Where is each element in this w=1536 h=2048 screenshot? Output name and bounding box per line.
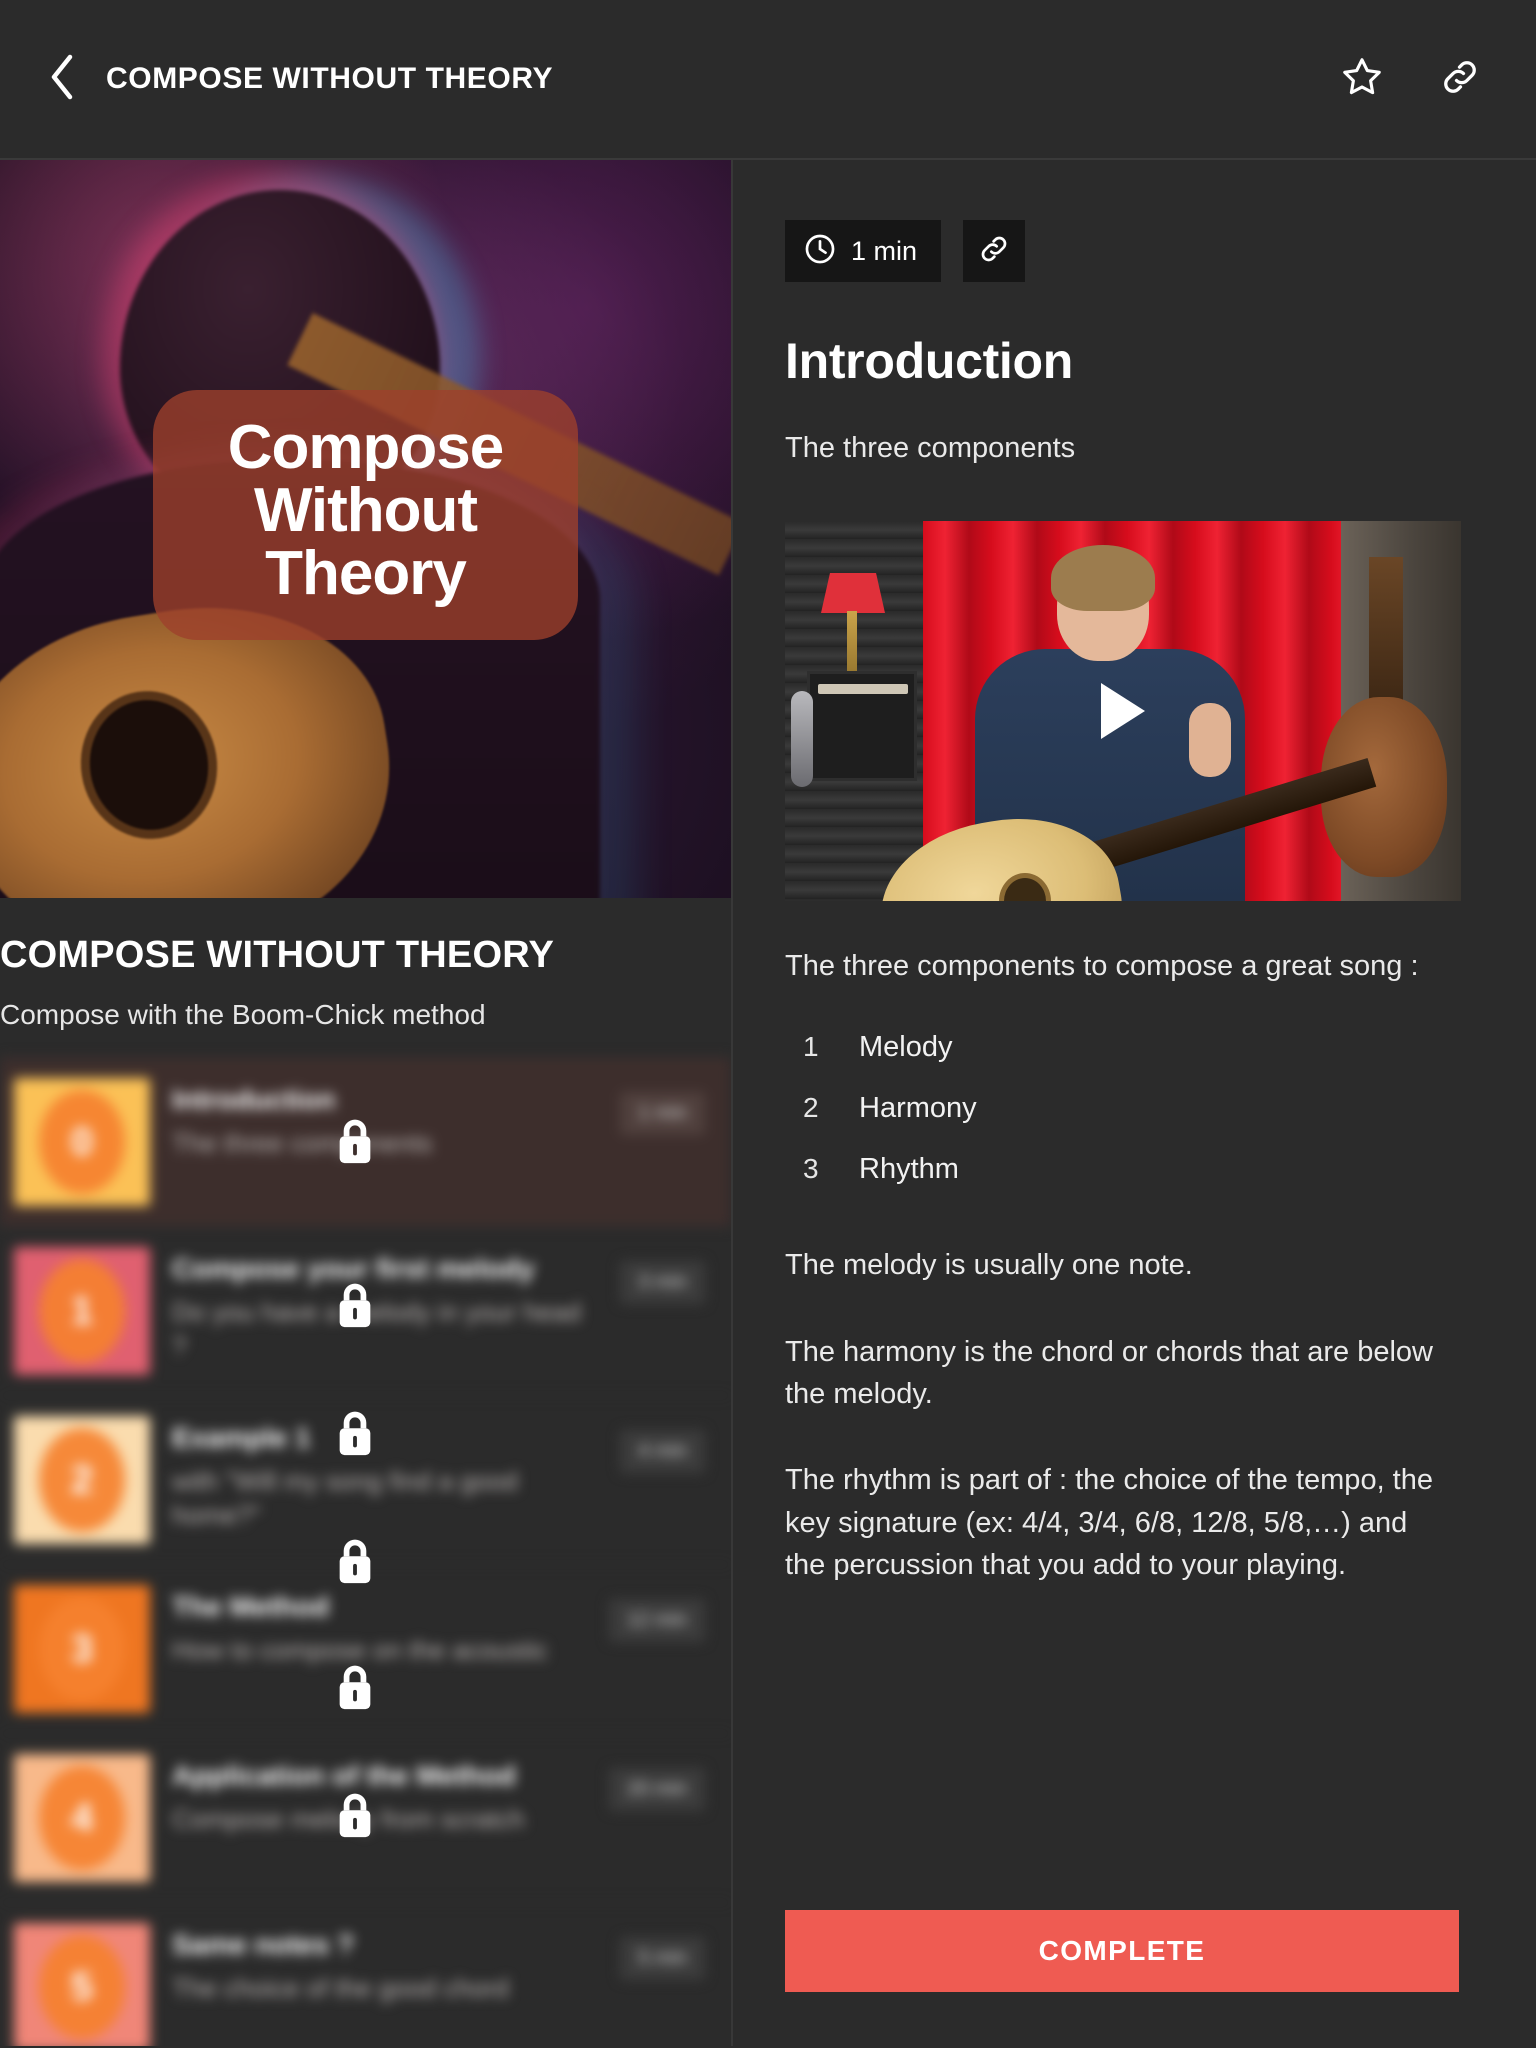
app-header: COMPOSE WITHOUT THEORY — [0, 0, 1536, 160]
lesson-number: 3 — [70, 1626, 94, 1671]
lesson-thumbnail: 2 — [14, 1416, 150, 1544]
lesson-paragraph: The melody is usually one note. — [785, 1249, 1193, 1282]
lesson-description: The three components — [172, 1128, 433, 1158]
lesson-description: Do you have a melody in your head ? — [172, 1297, 582, 1362]
list-item: 2 Harmony — [785, 1078, 1484, 1139]
copy-link-button[interactable] — [1434, 53, 1486, 105]
lesson-number: 1 — [70, 1288, 94, 1333]
lesson-list-item[interactable]: 2 Example 1 with "Will my song find a go… — [0, 1395, 731, 1564]
lesson-list: 0 Introduction The three components 1 mi… — [0, 1057, 731, 2046]
lesson-panel: 1 min Introduction The three components — [733, 160, 1536, 2046]
lesson-number: 5 — [70, 1964, 94, 2009]
list-item-label: Rhythm — [859, 1153, 959, 1186]
lesson-thumbnail: 1 — [14, 1247, 150, 1375]
lesson-name: The Method — [172, 1591, 330, 1622]
lesson-paragraph: The rhythm is part of : the choice of th… — [785, 1464, 1433, 1581]
video-lamp — [821, 573, 885, 613]
course-panel: Compose Without Theory COMPOSE WITHOUT T… — [0, 160, 733, 2046]
lesson-name: Introduction — [172, 1084, 336, 1115]
lesson-description: The choice of the good chord — [172, 1973, 509, 2003]
lesson-thumbnail: 4 — [14, 1754, 150, 1882]
play-icon[interactable] — [1101, 683, 1145, 739]
hero-title-badge: Compose Without Theory — [153, 390, 578, 640]
list-item-number: 1 — [803, 1031, 819, 1063]
hero-title-line-1: Compose — [227, 413, 504, 482]
back-button[interactable] — [34, 51, 90, 107]
lesson-duration-chip: 1 min — [785, 220, 942, 282]
main-content: Compose Without Theory COMPOSE WITHOUT T… — [0, 160, 1536, 2046]
clock-icon — [803, 232, 837, 271]
video-amplifier — [807, 671, 917, 781]
link-icon — [977, 232, 1011, 271]
hero-title-line-3: Theory — [265, 539, 467, 609]
lesson-duration-text: 1 min — [851, 235, 918, 266]
list-item-label: Melody — [859, 1031, 953, 1064]
list-item-label: Harmony — [859, 1092, 977, 1125]
lesson-duration: 12 min — [608, 1599, 705, 1642]
lesson-duration: 20 min — [608, 1768, 705, 1811]
lesson-thumbnail: 3 — [14, 1585, 150, 1713]
lesson-number: 4 — [70, 1795, 94, 1840]
lesson-duration: 4 min — [620, 1430, 705, 1473]
lesson-text: Same notes ? The choice of the good chor… — [172, 1923, 598, 2005]
lesson-duration: 3 min — [620, 1261, 705, 1304]
lesson-subtitle: The three components — [785, 432, 1076, 464]
lesson-title: Introduction — [785, 333, 1074, 389]
link-icon — [1438, 55, 1482, 104]
lesson-description: Compose melody from scratch — [172, 1804, 525, 1834]
lesson-paragraph: The harmony is the chord or chords that … — [785, 1335, 1433, 1410]
lesson-name: Compose your first melody — [172, 1253, 535, 1284]
lesson-list-blurred-content: 0 Introduction The three components 1 mi… — [0, 1057, 731, 2046]
star-icon — [1340, 55, 1384, 104]
header-actions — [1336, 53, 1502, 105]
lesson-video-player[interactable] — [785, 521, 1461, 901]
lesson-intro-paragraph: The three components to compose a great … — [785, 950, 1419, 982]
course-hero-image: Compose Without Theory — [0, 160, 731, 898]
components-list: 1 Melody 2 Harmony 3 Rhythm — [785, 1017, 1484, 1200]
lesson-list-item[interactable]: 0 Introduction The three components 1 mi… — [0, 1057, 731, 1226]
lesson-list-item[interactable]: 5 Same notes ? The choice of the good ch… — [0, 1902, 731, 2046]
course-subtitle: Compose with the Boom-Chick method — [0, 999, 486, 1030]
lesson-list-item[interactable]: 4 Application of the Method Compose melo… — [0, 1733, 731, 1902]
video-microphone — [791, 691, 813, 787]
video-background-guitar-neck — [1369, 557, 1403, 707]
lesson-name: Application of the Method — [172, 1760, 516, 1791]
lesson-list-item[interactable]: 1 Compose your first melody Do you have … — [0, 1226, 731, 1395]
list-item: 1 Melody — [785, 1017, 1484, 1078]
lesson-text: Application of the Method Compose melody… — [172, 1754, 587, 1836]
lesson-thumbnail: 5 — [14, 1923, 150, 2046]
lesson-name: Same notes ? — [172, 1929, 355, 1960]
lesson-copy-link-button[interactable] — [963, 220, 1026, 282]
lesson-number: 0 — [70, 1119, 94, 1164]
lesson-list-item[interactable]: 3 The Method How to compose on the acous… — [0, 1564, 731, 1733]
complete-button[interactable]: COMPLETE — [785, 1910, 1459, 1992]
video-instructor-hair — [1051, 545, 1155, 611]
lesson-text: The Method How to compose on the acousti… — [172, 1585, 587, 1667]
lesson-description: with "Will my song find a good home?" — [172, 1466, 518, 1531]
list-item-number: 2 — [803, 1092, 819, 1124]
lesson-name: Example 1 — [172, 1422, 311, 1453]
page-title: COMPOSE WITHOUT THEORY — [106, 62, 554, 95]
video-instructor-hand — [1189, 703, 1231, 777]
lesson-description: How to compose on the acoustic — [172, 1635, 548, 1665]
lesson-text: Compose your first melody Do you have a … — [172, 1247, 598, 1364]
chevron-left-icon — [47, 54, 77, 105]
lesson-text: Introduction The three components — [172, 1078, 598, 1160]
list-item-number: 3 — [803, 1153, 819, 1185]
lesson-duration: 5 min — [620, 1937, 705, 1980]
lesson-text: Example 1 with "Will my song find a good… — [172, 1416, 598, 1533]
list-item: 3 Rhythm — [785, 1139, 1484, 1200]
course-title: COMPOSE WITHOUT THEORY — [0, 934, 554, 976]
lesson-meta-row: 1 min — [785, 220, 1484, 282]
lesson-thumbnail: 0 — [14, 1078, 150, 1206]
lesson-number: 2 — [70, 1457, 94, 1502]
hero-title-line-2: Without — [253, 476, 478, 546]
favorite-button[interactable] — [1336, 53, 1388, 105]
lesson-duration: 1 min — [620, 1092, 705, 1135]
